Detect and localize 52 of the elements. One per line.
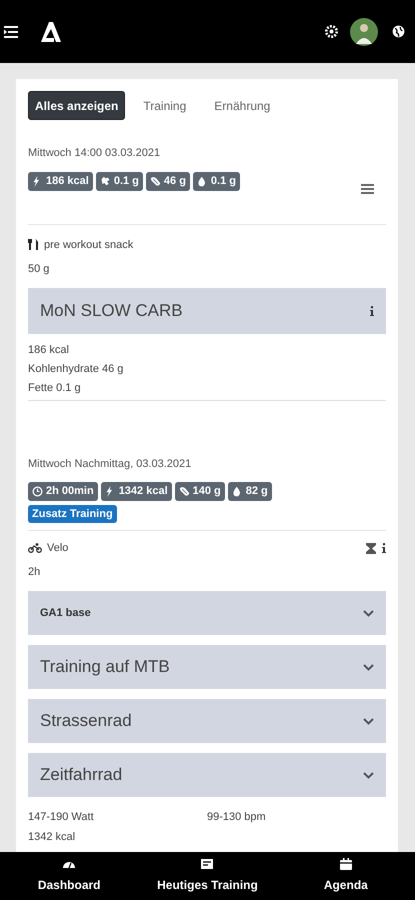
tag-badge: Zusatz Training — [28, 505, 117, 523]
accordion-header[interactable]: Training auf MTB — [28, 645, 386, 689]
section-title: Zeitfahrrad — [40, 764, 122, 786]
section-title: Training auf MTB — [40, 656, 170, 678]
meal-name: pre workout snack — [44, 238, 134, 252]
drop-icon — [232, 486, 243, 497]
power-text: 147-190 Watt — [28, 810, 95, 825]
info-icon[interactable] — [370, 306, 374, 316]
section-title: GA1 base — [40, 606, 91, 621]
cyclist-icon — [28, 543, 42, 554]
badge: 0.1 g — [192, 172, 240, 190]
schedule-icon — [200, 858, 214, 870]
tab[interactable]: Training — [133, 91, 196, 120]
fork-knife-icon — [28, 238, 40, 252]
accordion-header[interactable]: Zeitfahrrad — [28, 753, 386, 797]
tab[interactable]: Ernährung — [204, 91, 280, 120]
nav-tab[interactable]: Heutiges Training — [138, 852, 277, 900]
nutrition-text: 186 kcal — [28, 342, 70, 358]
tab[interactable]: Alles anzeigen — [28, 91, 126, 120]
avatar[interactable] — [350, 18, 378, 46]
nav-tab[interactable]: Agenda — [276, 852, 415, 900]
amount-text: 50 g — [28, 262, 50, 277]
date-label: Mittwoch 14:00 03.03.2021 — [28, 146, 162, 161]
drop-icon — [196, 176, 208, 186]
badge: 46 g — [146, 172, 190, 190]
duration-text: 2h — [28, 564, 42, 580]
calendar-icon — [338, 858, 353, 870]
logo-icon[interactable] — [40, 20, 62, 42]
badge: 1342 kcal — [100, 482, 172, 501]
menu-icon[interactable] — [4, 26, 18, 38]
badge: 140 g — [174, 482, 225, 501]
nutrition-text: Kohlenhydrate 46 g — [28, 362, 124, 376]
nav-tab[interactable]: Dashboard — [0, 852, 138, 900]
date-label: Mittwoch Nachmittag, 03.03.2021 — [28, 456, 192, 472]
nutrition-text: Fette 0.1 g — [28, 380, 82, 396]
badge: 82 g — [228, 482, 272, 501]
clock-icon — [32, 486, 43, 497]
badge: 186 kcal — [28, 172, 93, 190]
energy-text: 1342 kcal — [28, 830, 76, 844]
section-title: Strassenrad — [40, 710, 132, 732]
globe-icon[interactable] — [392, 25, 405, 38]
accordion-header[interactable]: GA1 base — [28, 591, 386, 635]
heart-rate-text: 99-130 bpm — [207, 810, 267, 825]
sport-name: Velo — [47, 541, 68, 556]
settings-icon[interactable] — [325, 25, 338, 38]
info-icon[interactable] — [382, 543, 386, 554]
badge: 0.1 g — [96, 172, 143, 190]
product-name: MoN SLOW CARB — [40, 300, 183, 322]
hourglass-icon[interactable] — [366, 542, 376, 554]
list-icon[interactable] — [361, 184, 374, 194]
badge: 2h 00min — [28, 482, 98, 501]
accordion-header[interactable]: Strassenrad — [28, 699, 386, 743]
